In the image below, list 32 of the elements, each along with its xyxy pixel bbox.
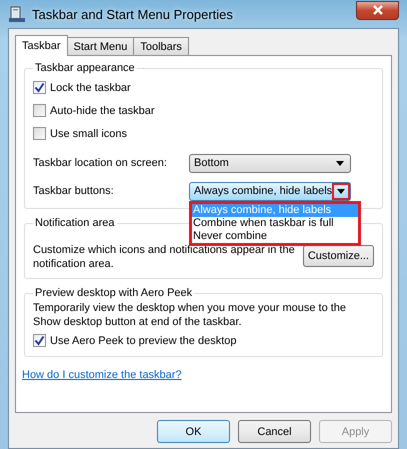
checkbox-label[interactable]: Use small icons bbox=[50, 128, 128, 140]
tab[interactable]: Toolbars bbox=[133, 37, 189, 55]
caret-icon bbox=[336, 160, 344, 166]
app-icon bbox=[8, 5, 26, 23]
checkbox-label[interactable]: Use Aero Peek to preview the desktop bbox=[50, 334, 236, 346]
window-title: Taskbar and Start Menu Properties bbox=[32, 6, 233, 22]
field-label: Taskbar location on screen: bbox=[33, 157, 168, 169]
dialog-button[interactable]: Cancel bbox=[238, 420, 311, 443]
group-title: Taskbar appearance bbox=[34, 62, 136, 74]
customize-button[interactable]: Customize... bbox=[302, 245, 374, 267]
field-label: Taskbar buttons: bbox=[33, 185, 115, 197]
dialog-button[interactable]: OK bbox=[157, 420, 230, 443]
close-icon bbox=[372, 5, 384, 15]
group-title: Preview desktop with Aero Peek bbox=[34, 287, 194, 299]
tab[interactable]: Taskbar bbox=[15, 35, 68, 56]
dropdown-arrow-button[interactable] bbox=[332, 182, 350, 200]
description-text: Temporarily view the desktop when you move your mouse to the Show desktop button at end of the taskbar. bbox=[33, 301, 348, 329]
checkbox-label[interactable]: Auto-hide the taskbar bbox=[50, 104, 155, 116]
group-title: Notification area bbox=[34, 217, 116, 229]
dropdown-option[interactable]: Combine when taskbar is full bbox=[192, 217, 358, 230]
tab[interactable]: Start Menu bbox=[66, 37, 134, 55]
checkbox[interactable] bbox=[33, 81, 46, 94]
caret-icon bbox=[337, 188, 346, 194]
checkbox[interactable] bbox=[33, 334, 46, 347]
checkbox[interactable] bbox=[33, 104, 46, 117]
dropdown-option[interactable]: Never combine bbox=[192, 230, 358, 243]
checkbox-label[interactable]: Lock the taskbar bbox=[50, 82, 131, 94]
help-link[interactable]: How do I customize the taskbar? bbox=[22, 369, 182, 381]
buttons-dropdown[interactable]: Always combine, hide labels bbox=[189, 182, 351, 200]
close-button[interactable] bbox=[356, 0, 399, 20]
checkbox[interactable] bbox=[33, 127, 46, 140]
location-dropdown[interactable]: Bottom bbox=[189, 154, 351, 172]
